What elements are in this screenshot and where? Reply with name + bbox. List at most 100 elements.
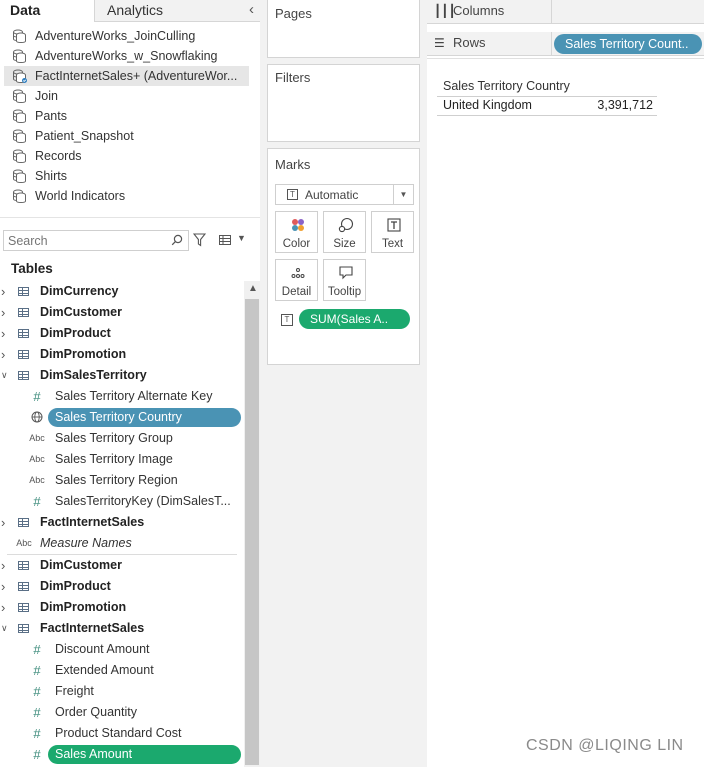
datasource-icon [13, 109, 26, 123]
datasource-item[interactable]: Patient_Snapshot [0, 126, 252, 146]
sum-sales-amount-pill[interactable]: SUM(Sales A.. [299, 309, 410, 329]
field-item[interactable]: # Order Quantity [0, 702, 244, 723]
chevron-down-icon[interactable]: ∨ [1, 365, 10, 386]
datasource-label: Records [35, 149, 82, 163]
table-icon [16, 555, 30, 578]
color-icon [292, 219, 304, 231]
datasource-item[interactable]: AdventureWorks_JoinCulling [0, 26, 252, 46]
scroll-up-icon[interactable]: ▲ [248, 283, 258, 294]
table-item[interactable]: › DimCustomer [0, 555, 244, 576]
datasource-label: AdventureWorks_w_Snowflaking [35, 49, 218, 63]
table-item[interactable]: › DimProduct [0, 576, 244, 597]
text-encoding-icon[interactable]: T [281, 314, 293, 326]
field-item[interactable]: Abc Sales Territory Image [0, 449, 244, 470]
datasource-list: AdventureWorks_JoinCulling AdventureWorks… [0, 26, 252, 206]
field-item[interactable]: # Extended Amount [0, 660, 244, 681]
number-type-icon: # [33, 705, 41, 720]
search-input[interactable] [4, 231, 164, 250]
data-pane: Data Analytics ‹ AdventureWorks_JoinCull… [0, 0, 260, 767]
tree-item-label: DimCurrency [40, 284, 119, 298]
columns-shelf[interactable]: ┃┃┃ Columns [427, 0, 704, 24]
text-button[interactable]: Text [371, 211, 414, 253]
chevron-right-icon[interactable]: › [1, 302, 10, 323]
search-icon[interactable] [171, 234, 183, 246]
table-item[interactable]: ∨ FactInternetSales [0, 618, 244, 639]
chevron-right-icon[interactable]: › [1, 597, 10, 618]
mark-type-dropdown[interactable]: T Automatic ▼ [275, 184, 414, 205]
string-type-icon: Abc [29, 475, 45, 485]
datasource-item[interactable]: World Indicators [0, 186, 252, 206]
field-item[interactable]: # Freight [0, 681, 244, 702]
number-type-icon: # [33, 684, 41, 699]
color-button[interactable]: Color [275, 211, 318, 253]
dropdown-caret-icon[interactable]: ▼ [393, 185, 413, 204]
chevron-right-icon[interactable]: › [1, 344, 10, 365]
tree-item-label: DimPromotion [40, 347, 127, 361]
rows-pill-sales-territory-country[interactable]: Sales Territory Count.. [554, 34, 702, 54]
table-icon [16, 576, 30, 599]
datasource-item[interactable]: AdventureWorks_w_Snowflaking [0, 46, 252, 66]
tab-data[interactable]: Data [0, 0, 95, 22]
table-item[interactable]: ∨ DimSalesTerritory [0, 365, 244, 386]
tree-item-label: Sales Territory Region [55, 473, 178, 487]
string-type-icon: Abc [29, 454, 45, 464]
watermark: CSDN @LIQING LIN [526, 737, 684, 754]
tooltip-button[interactable]: Tooltip [323, 259, 366, 301]
field-item[interactable]: Sales Territory Country [0, 407, 244, 428]
viz-row-header[interactable]: United Kingdom [443, 98, 532, 112]
tree-item-label: DimCustomer [40, 305, 122, 319]
table-item[interactable]: › FactInternetSales [0, 512, 244, 533]
field-item[interactable]: # Product Standard Cost [0, 723, 244, 744]
pages-card[interactable]: Pages [267, 0, 420, 58]
field-item[interactable]: Abc Sales Territory Group [0, 428, 244, 449]
scroll-thumb[interactable] [245, 299, 259, 765]
search-box[interactable] [3, 230, 189, 251]
field-item[interactable]: # Sales Amount [0, 744, 244, 765]
datasource-item[interactable]: FactInternetSales+ (AdventureWor... [4, 66, 249, 86]
cards-area: Pages Filters Marks T Automatic ▼ Color … [260, 0, 427, 767]
field-item[interactable]: # SalesTerritoryKey (DimSalesT... [0, 491, 244, 512]
chevron-right-icon[interactable]: › [1, 323, 10, 344]
field-item[interactable]: Abc Sales Territory Region [0, 470, 244, 491]
datasource-item[interactable]: Shirts [0, 166, 252, 186]
table-item[interactable]: › DimProduct [0, 323, 244, 344]
filters-card[interactable]: Filters [267, 64, 420, 142]
tooltip-icon [339, 266, 353, 280]
tree-scrollbar[interactable]: ▲ [244, 281, 260, 767]
viz-column-header[interactable]: Sales Territory Country [443, 79, 570, 93]
chevron-down-icon[interactable]: ∨ [1, 618, 10, 639]
table-item[interactable]: › DimPromotion [0, 597, 244, 618]
chevron-right-icon[interactable]: › [1, 555, 10, 576]
datasource-item[interactable]: Join [0, 86, 252, 106]
rows-shelf[interactable]: ☰ Rows Sales Territory Count.. [427, 32, 704, 56]
rows-shelf-label: ☰ Rows [427, 32, 552, 56]
collapse-pane-icon[interactable]: ‹ [249, 0, 254, 20]
detail-icon [291, 268, 305, 278]
view-options-icon[interactable] [219, 235, 231, 245]
viz-value[interactable]: 3,391,712 [567, 98, 653, 112]
rows-icon: ☰ [434, 36, 445, 50]
datasource-item[interactable]: Records [0, 146, 252, 166]
datasource-item[interactable]: Pants [0, 106, 252, 126]
view-options-caret-icon[interactable]: ▼ [237, 233, 246, 243]
table-icon [16, 323, 30, 346]
number-type-icon: # [33, 747, 41, 762]
chevron-right-icon[interactable]: › [1, 512, 10, 533]
table-item[interactable]: › DimCurrency [0, 281, 244, 302]
filter-icon[interactable] [193, 233, 206, 247]
chevron-right-icon[interactable]: › [1, 576, 10, 597]
table-item[interactable]: › DimPromotion [0, 344, 244, 365]
measure-names-item[interactable]: Abc Measure Names [0, 533, 244, 554]
tree-item-label: Sales Territory Alternate Key [55, 389, 213, 403]
columns-label: Columns [453, 3, 505, 18]
field-item[interactable]: # Sales Territory Alternate Key [0, 386, 244, 407]
detail-button[interactable]: Detail [275, 259, 318, 301]
tree-item-label: DimProduct [40, 326, 111, 340]
field-item[interactable]: # Discount Amount [0, 639, 244, 660]
chevron-right-icon[interactable]: › [1, 281, 10, 302]
tab-analytics[interactable]: Analytics ‹ [95, 0, 260, 22]
datasource-label: FactInternetSales+ (AdventureWor... [35, 69, 238, 83]
datasource-icon [13, 89, 26, 103]
table-item[interactable]: › DimCustomer [0, 302, 244, 323]
size-button[interactable]: Size [323, 211, 366, 253]
